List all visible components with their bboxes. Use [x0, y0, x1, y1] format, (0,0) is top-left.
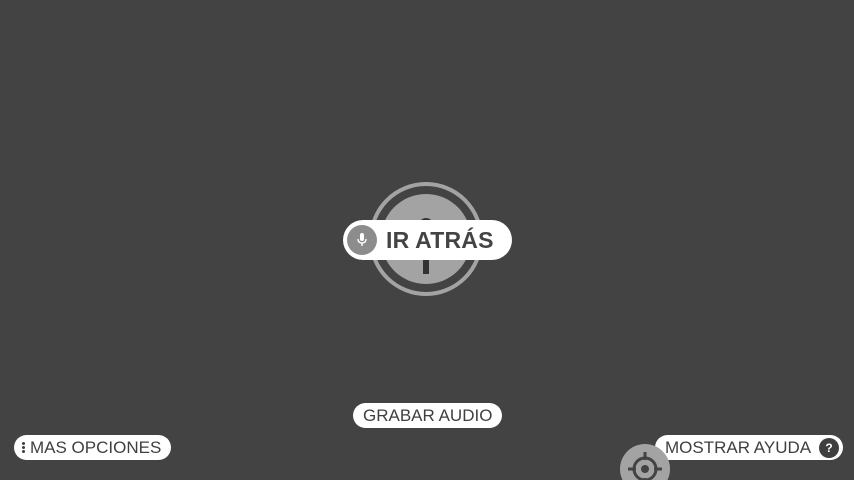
crosshair-icon	[628, 452, 662, 480]
show-help-label: MOSTRAR AYUDA	[665, 437, 812, 457]
voice-access-overlay: IR ATRÁS GRABAR AUDIO MAS OPCIONES MOSTR…	[0, 0, 854, 480]
show-help-button[interactable]: MOSTRAR AYUDA ?	[655, 435, 844, 460]
record-audio-button[interactable]: GRABAR AUDIO	[353, 403, 503, 428]
help-icon: ?	[819, 437, 840, 458]
vertical-dots-icon	[22, 442, 25, 453]
voice-command-pill[interactable]: IR ATRÁS	[343, 220, 512, 260]
crosshair-button[interactable]	[620, 444, 670, 480]
more-options-button[interactable]: MAS OPCIONES	[14, 435, 172, 460]
record-audio-label: GRABAR AUDIO	[363, 405, 493, 425]
voice-command-label: IR ATRÁS	[386, 226, 494, 253]
more-options-label: MAS OPCIONES	[30, 437, 162, 457]
microphone-icon	[347, 225, 377, 255]
